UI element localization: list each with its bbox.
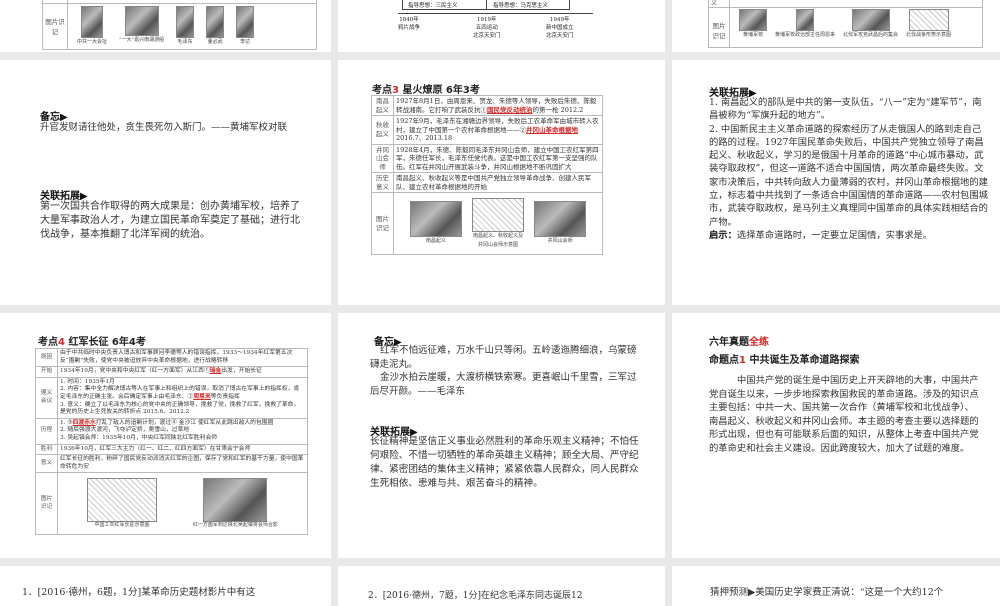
slide-thumbnail[interactable]: 考点4 红军长征 6年4考 原因 由于中共临时中央负责人博古和军事顾问李德等人的错…: [0, 313, 331, 558]
timeline: 指导思想：三民主义 指导思想：马克思主义 1840年 鸦片战争 1919年 五四运动…: [398, 0, 598, 40]
figure: 毛泽东: [176, 6, 195, 45]
topic-title: 命题点1 中共诞生及革命道路探索: [709, 355, 860, 366]
content-table: 原因 由于中共临时中央负责人博古和军事顾问李德等人的错误指挥，1933～1934年…: [35, 347, 308, 536]
question-text: 2．[2016·德州，7题，1分]在纪念毛泽东同志诞辰12: [368, 591, 583, 601]
section-heading: 六年真题全练: [709, 337, 769, 348]
figure: 中共一大会址: [77, 6, 107, 45]
slide-thumbnail[interactable]: 2．[2016·德州，7题，1分]在纪念毛泽东同志诞辰12: [338, 566, 665, 606]
slide-thumbnail[interactable]: 1．[2016·德州，6题，1分]某革命历史题材影片中有这: [0, 566, 331, 606]
figure: “一大”嘉兴南湖游船: [119, 6, 164, 45]
figure: 黄埔军校政治部主任周恩来: [775, 9, 835, 38]
slide-thumbnail[interactable]: 猜押预测▶美国历史学家费正清说：“这是一个大约12个: [672, 566, 1000, 606]
slide-thumbnail[interactable]: 义 图片识记 黄埔军校 黄埔军校政治部主任周恩来 北伐军攻克武昌后的集会 北伐战…: [672, 0, 1000, 52]
slide-thumbnail[interactable]: 图片识记 中共一大会址 “一大”嘉兴南湖游船 毛泽东 董必武 李达: [0, 0, 331, 52]
figure: 李达: [236, 6, 255, 45]
section-title: 考点4 红军长征 6年4考: [38, 337, 146, 348]
row-label: 图片识记: [45, 18, 65, 36]
slide-thumbnail[interactable]: 指导思想：三民主义 指导思想：马克思主义 1840年 鸦片战争 1919年 五四运动…: [338, 0, 665, 52]
slide-thumbnail[interactable]: 六年真题全练 命题点1 中共诞生及革命道路探索 中国共产党的诞生是中国历史上开天…: [672, 313, 1000, 558]
slide-thumbnail[interactable]: 考点3 星火燎原 6年3考 南昌起义 1927年8月1日，由周恩来、贺龙、朱德等人…: [338, 60, 665, 305]
slide-thumbnail[interactable]: 备忘▶ 升官发财请往他处，贪生畏死勿入斯门。——黄埔军校对联 关联拓展▶ 第一次…: [0, 60, 331, 305]
question-text: 1．[2016·德州，6题，1分]某革命历史题材影片中有这: [22, 587, 256, 598]
slide-thumbnail[interactable]: 关联拓展▶ 1. 南昌起义的部队是中共的第一支队伍，“八一”定为“建军节”，南昌…: [672, 60, 1000, 305]
ext-text: 1. 南昌起义的部队是中共的第一支队伍，“八一”定为“建军节”，南昌被称为“军旗…: [709, 97, 988, 241]
figure: 董必武: [206, 6, 225, 45]
memo-text: 升官发财请往他处，贪生畏死勿入斯门。——黄埔军校对联: [40, 122, 288, 133]
map-caption: 北伐战争形势示意图: [906, 32, 952, 38]
prediction-text: 猜押预测▶美国历史学家费正清说：“这是一个大约12个: [710, 587, 944, 598]
section-title: 考点3 星火燎原 6年3考: [372, 85, 480, 96]
figure: 北伐军攻克武昌后的集会: [843, 9, 898, 38]
row-label: 图片识记: [712, 22, 726, 40]
figure: 北伐战争形势示意图: [906, 9, 951, 38]
content-table: 南昌起义 1927年8月1日，由周恩来、贺龙、朱德等人领导，失败后朱德、陈毅转战湘…: [371, 95, 603, 255]
memo-poem: 红军不怕远征难，万水千山只等闲。五岭逶迤腾细浪，乌蒙磅礴走泥丸。 金沙水拍云崖暖…: [370, 345, 637, 397]
ext-text: 第一次国共合作取得的两大成果是：创办黄埔军校，培养了大量军事政治人才，为建立国民…: [40, 201, 300, 240]
topic-body: 中国共产党的诞生是中国历史上开天辟地的大事，中国共产党自诞生以来，一步步地探索救…: [709, 375, 979, 454]
slide-thumbnail[interactable]: 备忘▶ 红军不怕远征难，万水千山只等闲。五岭逶迤腾细浪，乌蒙磅礴走泥丸。 金沙水…: [338, 313, 665, 558]
ext-text: 长征精神是坚信正义事业必然胜利的革命乐观主义精神；不怕任何艰险、不惜一切牺牲的革…: [370, 436, 639, 489]
figure: 黄埔军校: [739, 9, 767, 38]
